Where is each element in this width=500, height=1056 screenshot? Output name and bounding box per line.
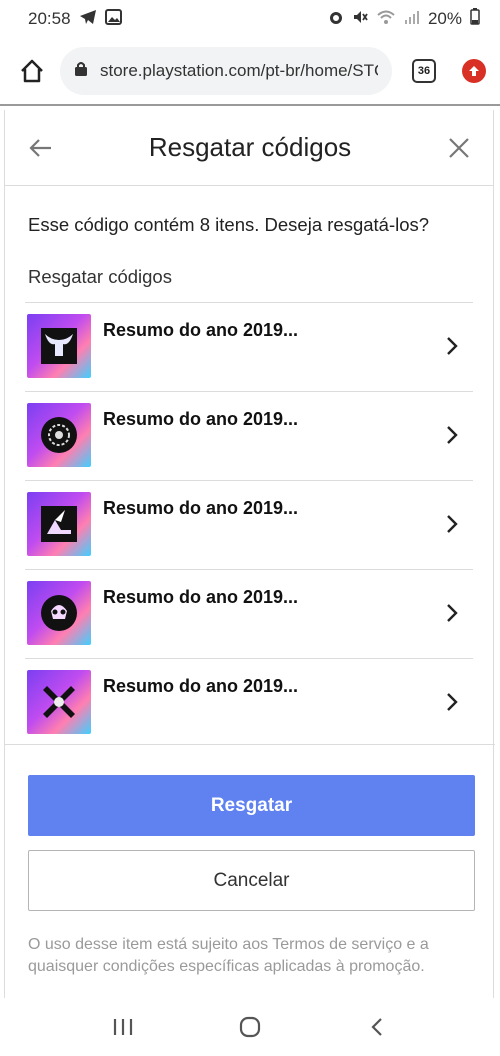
item-name: Resumo do ano 2019... xyxy=(103,498,299,518)
items-list: Resumo do ano 2019... Resumo do ano 2019… xyxy=(25,302,473,748)
skull-avatar-icon xyxy=(27,581,91,645)
alarm-icon xyxy=(328,9,344,30)
modal-header: Resgatar códigos xyxy=(5,110,493,186)
status-time: 20:58 xyxy=(28,9,71,28)
wifi-icon xyxy=(376,9,396,30)
system-nav-bar xyxy=(0,998,500,1056)
tab-switcher-button[interactable]: 36 xyxy=(412,59,436,83)
signal-icon xyxy=(404,9,420,30)
list-item[interactable]: Resumo do ano 2019... xyxy=(25,481,473,570)
browser-toolbar: store.playstation.com/pt-br/home/STC 36 xyxy=(0,38,500,104)
back-chevron-icon[interactable] xyxy=(357,1007,397,1047)
item-name: Resumo do ano 2019... xyxy=(103,409,299,429)
telegram-icon xyxy=(79,9,97,30)
battery-level: 20% xyxy=(427,9,462,28)
chevron-right-icon xyxy=(445,335,459,362)
back-arrow-icon[interactable] xyxy=(25,132,57,164)
update-icon[interactable] xyxy=(462,59,486,83)
horned-helmet-avatar-icon xyxy=(27,314,91,378)
disc-avatar-icon xyxy=(27,403,91,467)
address-bar[interactable]: store.playstation.com/pt-br/home/STC xyxy=(60,47,392,95)
winged-shoe-avatar-icon xyxy=(27,492,91,556)
chevron-right-icon xyxy=(445,602,459,629)
status-left: 20:58 xyxy=(28,8,122,30)
redeem-codes-modal: Resgatar códigos Esse código contém 8 it… xyxy=(4,110,495,1002)
chevron-right-icon xyxy=(445,424,459,451)
home-icon[interactable] xyxy=(14,53,50,89)
terms-text: O uso desse item está sujeito aos Termos… xyxy=(28,936,429,975)
list-item[interactable]: Resumo do ano 2019... xyxy=(25,392,473,481)
chevron-right-icon xyxy=(445,513,459,540)
item-name: Resumo do ano 2019... xyxy=(103,320,299,340)
recents-icon[interactable] xyxy=(103,1007,143,1047)
section-label: Resgatar códigos xyxy=(28,266,172,287)
mute-icon xyxy=(352,9,368,30)
close-icon[interactable] xyxy=(443,132,475,164)
lock-icon xyxy=(74,60,88,82)
list-item[interactable]: Resumo do ano 2019... xyxy=(25,659,473,748)
cancel-button[interactable]: Cancelar xyxy=(28,850,475,911)
tab-count: 36 xyxy=(417,65,431,77)
item-name: Resumo do ano 2019... xyxy=(103,676,299,696)
status-right: 20% xyxy=(328,8,480,30)
url-text[interactable]: store.playstation.com/pt-br/home/STC xyxy=(100,61,378,81)
item-name: Resumo do ano 2019... xyxy=(103,587,299,607)
status-bar: 20:58 20% xyxy=(0,0,500,38)
intro-text: Esse código contém 8 itens. Deseja resga… xyxy=(28,214,430,235)
redeem-button[interactable]: Resgatar xyxy=(28,775,475,836)
list-item[interactable]: Resumo do ano 2019... xyxy=(25,303,473,392)
battery-icon xyxy=(470,8,480,30)
list-item[interactable]: Resumo do ano 2019... xyxy=(25,570,473,659)
cross-skull-avatar-icon xyxy=(27,670,91,734)
home-circle-icon[interactable] xyxy=(230,1007,270,1047)
modal-title: Resgatar códigos xyxy=(148,132,352,162)
gallery-icon xyxy=(104,8,122,30)
chevron-right-icon xyxy=(445,691,459,718)
page-content: Resgatar códigos Esse código contém 8 it… xyxy=(0,104,500,1002)
divider xyxy=(5,744,495,745)
